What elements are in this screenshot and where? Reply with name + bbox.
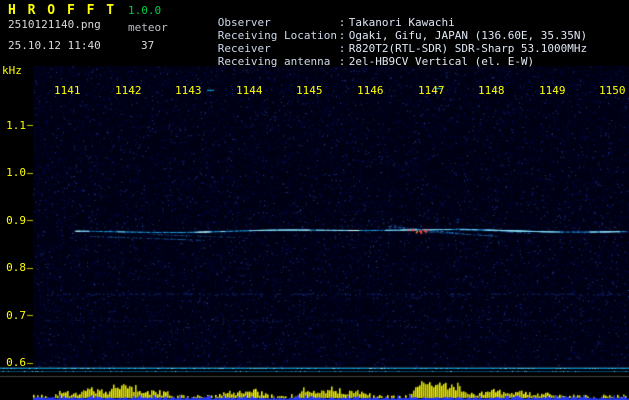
datetime-label: 25.10.12 11:40	[8, 39, 101, 52]
y-tick-label: 0.6	[6, 356, 26, 369]
x-time-label: 1146	[357, 84, 384, 97]
y-tick-label: 0.9	[6, 214, 26, 227]
info-separator: :	[338, 29, 346, 42]
y-tick-label: 0.8	[6, 261, 26, 274]
mode-label: meteor	[128, 21, 168, 34]
info-separator: :	[338, 42, 346, 55]
info-label: Receiving antenna	[217, 55, 331, 68]
x-time-label: 1141	[54, 84, 81, 97]
y-tick-label: 0.7	[6, 309, 26, 322]
x-time-label: 1147	[418, 84, 445, 97]
info-value: Ogaki, Gifu, JAPAN (136.60E, 35.35N)	[348, 29, 588, 42]
info-value: Takanori Kawachi	[348, 16, 455, 29]
x-time-label: 1150	[599, 84, 626, 97]
info-separator: :	[338, 16, 346, 29]
info-value: 2el-HB9CV Vertical (el. E-W)	[348, 55, 535, 68]
hrofft-window: H R O F F T 1.0.0 2510121140.png meteor …	[0, 0, 629, 400]
y-tick-label: 1.0	[6, 166, 26, 179]
info-label: Receiving Location	[217, 29, 337, 42]
x-time-label: 1148	[478, 84, 505, 97]
app-version: 1.0.0	[128, 4, 162, 17]
app-title: H R O F F T	[8, 3, 117, 18]
x-time-label: 1143	[175, 84, 202, 97]
x-time-label: 1149	[539, 84, 566, 97]
x-time-label: 1144	[236, 84, 263, 97]
y-axis-unit: kHz	[2, 64, 22, 77]
station-info: Observer: Takanori Kawachi Receiving Loca…	[178, 3, 588, 68]
info-value: R820T2(RTL-SDR) SDR-Sharp 53.1000MHz	[348, 42, 588, 55]
x-time-label: 1145	[296, 84, 323, 97]
x-time-label: 1142	[115, 84, 142, 97]
echo-count: 37	[141, 39, 155, 52]
info-label: Observer	[217, 16, 271, 29]
info-row-observer: Observer: Takanori Kawachi	[178, 3, 587, 29]
y-tick-label: 1.1	[6, 119, 26, 132]
info-label: Receiver	[217, 42, 271, 55]
info-separator: :	[338, 55, 346, 68]
output-filename: 2510121140.png	[8, 18, 101, 31]
